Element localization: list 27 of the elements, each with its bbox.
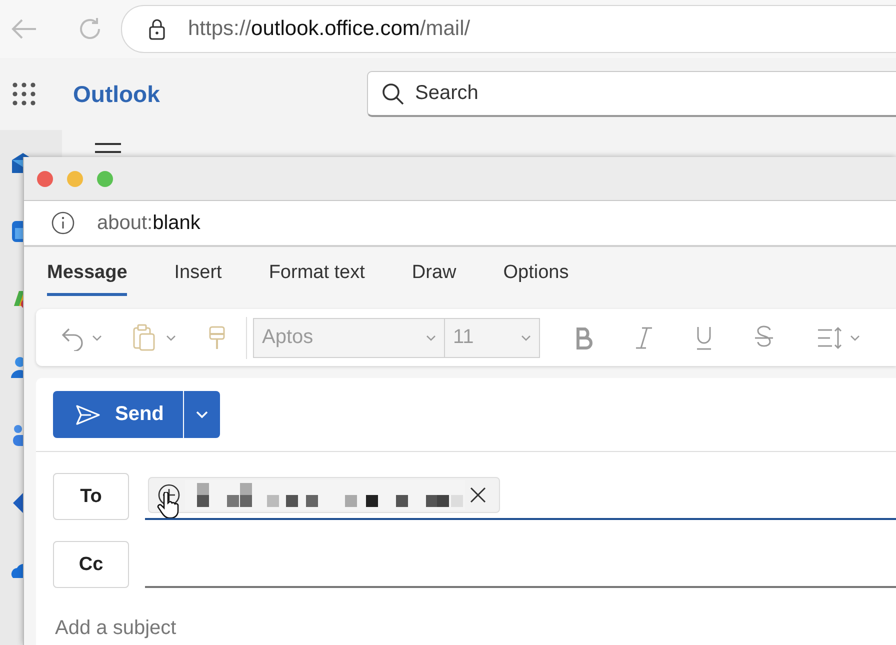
search-field[interactable]: Search [367,71,896,117]
send-icon [75,404,101,426]
ribbon-tab[interactable]: Options [503,262,569,292]
send-button[interactable]: Send [53,391,183,438]
minimize-window-button[interactable] [67,170,83,186]
info-icon[interactable] [51,211,75,235]
close-icon[interactable] [469,486,487,504]
hand-cursor-icon [157,492,179,518]
address-bar[interactable]: https://outlook.office.com/mail/ [121,5,896,53]
recipient-button[interactable]: To [53,473,129,520]
reload-icon[interactable] [77,16,103,42]
close-window-button[interactable] [37,170,53,186]
lock-icon [148,18,166,40]
subject-field[interactable]: Add a subject [53,616,457,641]
ribbon-tab[interactable]: Format text [268,262,365,292]
chevron-icon [196,410,208,418]
send-options-button[interactable] [182,391,220,438]
zoom-window-button[interactable] [97,170,113,186]
app-name: Outlook [73,80,161,108]
url-text: https://outlook.office.com/mail/ [188,17,470,41]
recipient-button[interactable]: Cc [53,541,129,588]
ribbon-tab[interactable]: Draw [412,262,456,292]
ribbon-tab[interactable]: Message [47,262,128,296]
back-icon[interactable] [10,17,38,41]
address-text: about:blank [97,212,200,234]
app-launcher-icon[interactable] [12,82,36,106]
ribbon-tab[interactable]: Insert [174,262,222,292]
